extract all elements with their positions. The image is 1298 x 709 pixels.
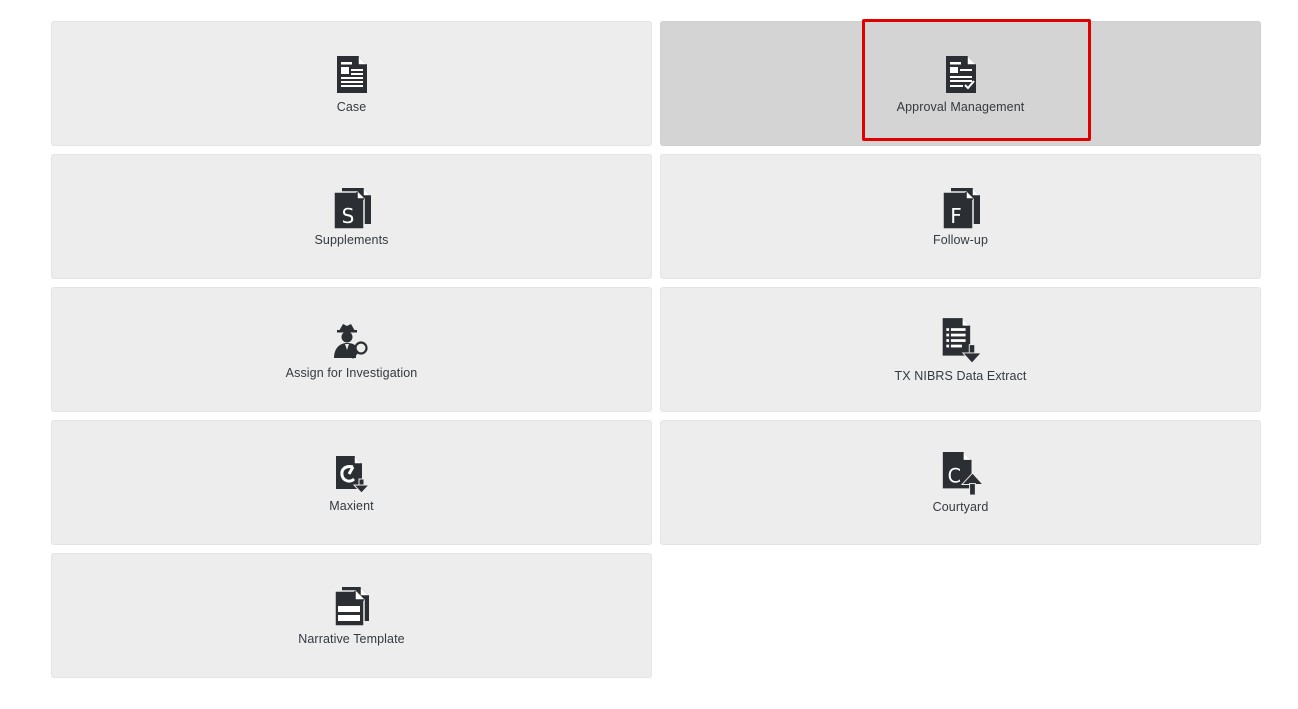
svg-text:F: F bbox=[950, 204, 962, 228]
tx-nibrs-data-extract-tile[interactable]: TX NIBRS Data Extract bbox=[660, 287, 1261, 412]
menu-tile-grid: Case Approval Management S Supplements F… bbox=[51, 21, 1261, 678]
hook-download-icon bbox=[330, 451, 374, 497]
assign-for-investigation-tile[interactable]: Assign for Investigation bbox=[51, 287, 652, 412]
maxient-tile[interactable]: Maxient bbox=[51, 420, 652, 545]
case-tile[interactable]: Case bbox=[51, 21, 652, 146]
approval-management-tile[interactable]: Approval Management bbox=[660, 21, 1261, 146]
follow-up-tile[interactable]: F Follow-up bbox=[660, 154, 1261, 279]
narrative-template-tile[interactable]: Narrative Template bbox=[51, 553, 652, 678]
template-icon bbox=[330, 584, 374, 630]
document-download-icon bbox=[939, 315, 983, 367]
file-f-icon: F bbox=[939, 185, 983, 231]
follow-up-label: Follow-up bbox=[932, 233, 989, 247]
file-s-icon: S bbox=[330, 185, 374, 231]
approval-management-label: Approval Management bbox=[896, 100, 1025, 114]
case-label: Case bbox=[336, 100, 367, 114]
file-c-upload-icon: C bbox=[939, 450, 983, 498]
svg-text:C: C bbox=[947, 465, 960, 488]
courtyard-tile[interactable]: C Courtyard bbox=[660, 420, 1261, 545]
courtyard-label: Courtyard bbox=[932, 500, 989, 514]
maxient-label: Maxient bbox=[329, 499, 374, 513]
narrative-template-label: Narrative Template bbox=[298, 632, 405, 646]
assign-for-investigation-label: Assign for Investigation bbox=[285, 366, 418, 380]
tx-nibrs-data-extract-label: TX NIBRS Data Extract bbox=[894, 369, 1027, 383]
svg-text:S: S bbox=[341, 204, 354, 228]
document-lines-icon bbox=[330, 52, 374, 98]
supplements-tile[interactable]: S Supplements bbox=[51, 154, 652, 279]
supplements-label: Supplements bbox=[314, 233, 389, 247]
detective-search-icon bbox=[330, 318, 374, 364]
document-check-icon bbox=[939, 52, 983, 98]
